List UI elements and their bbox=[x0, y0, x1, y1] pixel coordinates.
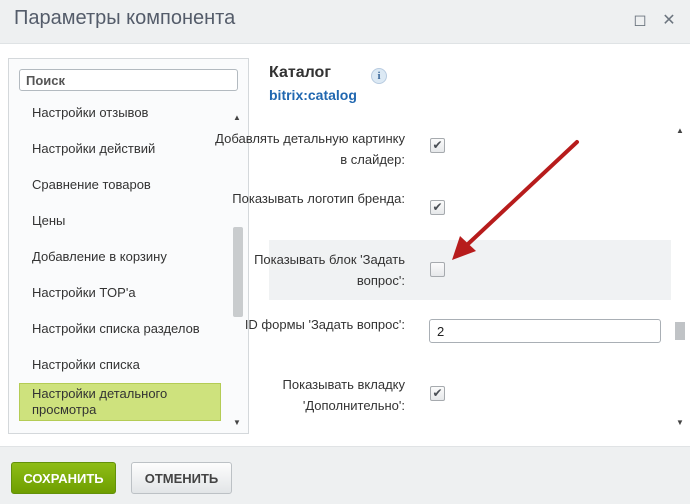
dialog-title: Параметры компонента bbox=[14, 7, 236, 29]
param-label: Показывать вкладку 'Дополнительно': bbox=[282, 377, 405, 413]
sidebar-item-top[interactable]: Настройки TOP'a bbox=[19, 285, 221, 301]
param-row: Показывать логотип бренда: ✔ bbox=[232, 186, 671, 246]
scroll-down-icon[interactable]: ▼ bbox=[675, 418, 685, 428]
param-row: Добавлять детальную картинку в слайдер: … bbox=[215, 124, 671, 184]
content-scroll-thumb[interactable] bbox=[675, 322, 685, 340]
sidebar-item-reviews[interactable]: Настройки отзывов bbox=[19, 105, 221, 121]
sidebar-item-compare[interactable]: Сравнение товаров bbox=[19, 177, 221, 193]
sidebar-item-detail[interactable]: Настройки детального просмотра bbox=[19, 383, 221, 421]
close-icon[interactable]: ✕ bbox=[660, 11, 678, 29]
dialog-titlebar: Параметры компонента ◻ ✕ bbox=[0, 0, 690, 44]
sidebar-list: Настройки отзывов Настройки действий Сра… bbox=[9, 95, 231, 433]
cancel-button[interactable]: ОТМЕНИТЬ bbox=[131, 462, 232, 494]
sidebar-item-basket[interactable]: Добавление в корзину bbox=[19, 249, 221, 265]
param-label: Показывать логотип бренда: bbox=[232, 191, 405, 206]
save-button[interactable]: СОХРАНИТЬ bbox=[11, 462, 116, 494]
maximize-icon[interactable]: ◻ bbox=[631, 11, 649, 29]
search-input[interactable] bbox=[19, 69, 238, 91]
param-row-highlighted: Показывать блок 'Задать вопрос': bbox=[254, 240, 671, 300]
sidebar-item-list[interactable]: Настройки списка bbox=[19, 357, 221, 373]
scroll-up-icon[interactable]: ▲ bbox=[675, 126, 685, 136]
param-label: ID формы 'Задать вопрос': bbox=[244, 317, 405, 332]
sidebar-item-prices[interactable]: Цены bbox=[19, 213, 221, 229]
param-row: Показывать вкладку 'Дополнительно': ✔ bbox=[269, 374, 671, 434]
content-scrollbar[interactable]: ▲ ▼ bbox=[673, 122, 687, 434]
component-title: Каталог bbox=[269, 64, 331, 81]
sidebar-item-actions[interactable]: Настройки действий bbox=[19, 141, 221, 157]
component-code: bitrix:catalog bbox=[269, 87, 357, 103]
param-label: Показывать блок 'Задать вопрос': bbox=[254, 252, 405, 288]
sidebar-item-section-list[interactable]: Настройки списка разделов bbox=[19, 321, 221, 337]
ask-question-form-id-input[interactable] bbox=[429, 319, 661, 343]
param-row: ID формы 'Задать вопрос': bbox=[245, 312, 671, 372]
extra-tab-checkbox[interactable]: ✔ bbox=[430, 386, 445, 401]
info-icon[interactable]: i bbox=[371, 68, 387, 84]
scroll-down-icon[interactable]: ▼ bbox=[232, 418, 242, 428]
scroll-up-icon[interactable]: ▲ bbox=[232, 113, 242, 123]
param-label: Добавлять детальную картинку в слайдер: bbox=[215, 131, 405, 167]
ask-question-block-checkbox[interactable] bbox=[430, 262, 445, 277]
detail-picture-slider-checkbox[interactable]: ✔ bbox=[430, 138, 445, 153]
brand-logo-checkbox[interactable]: ✔ bbox=[430, 200, 445, 215]
dialog-footer: СОХРАНИТЬ ОТМЕНИТЬ bbox=[0, 446, 690, 504]
